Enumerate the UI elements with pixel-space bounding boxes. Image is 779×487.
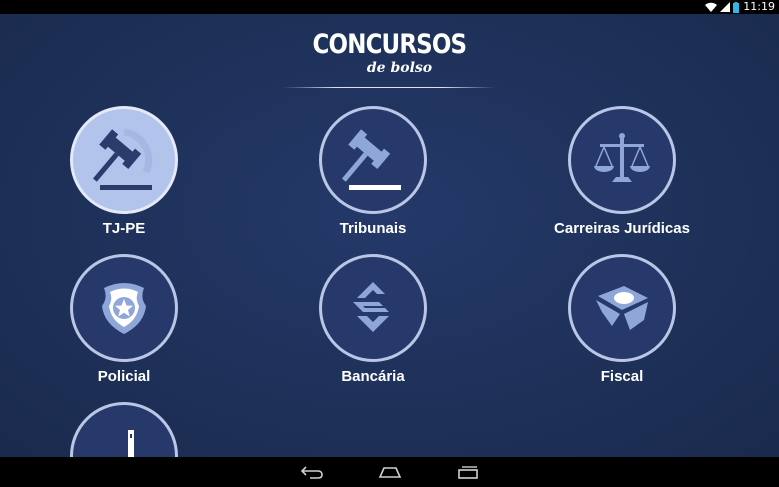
category-circle <box>568 254 676 362</box>
category-label: Tribunais <box>339 220 407 237</box>
category-circle <box>70 254 178 362</box>
gavel-icon <box>341 129 401 190</box>
back-icon <box>300 466 323 479</box>
main-screen: CONCURSOS de bolso TJ-PE Tribunais Carre… <box>0 14 779 457</box>
category-label: Carreiras Jurídicas <box>554 220 690 237</box>
category-circle <box>568 106 676 214</box>
navigation-bar <box>0 457 779 487</box>
category-label: Policial <box>97 368 151 385</box>
home-icon <box>378 467 402 478</box>
category-circle <box>319 254 427 362</box>
category-bancaria[interactable]: Bancária <box>273 254 473 386</box>
category-partial[interactable] <box>24 402 224 457</box>
category-tj-pe[interactable]: TJ-PE <box>24 106 224 238</box>
clock: 11:19 <box>743 0 775 13</box>
bank-logo-icon <box>353 282 389 332</box>
app-title: CONCURSOS <box>312 29 467 60</box>
category-label: Fiscal <box>600 368 644 385</box>
wifi-icon <box>705 2 717 12</box>
category-circle <box>70 106 178 214</box>
recent-apps-icon <box>458 466 478 479</box>
category-policial[interactable]: Policial <box>24 254 224 386</box>
scales-icon <box>594 133 650 182</box>
recent-apps-button[interactable] <box>453 463 483 481</box>
back-button[interactable] <box>297 463 327 481</box>
category-tribunais[interactable]: Tribunais <box>273 106 473 238</box>
status-bar: 11:19 <box>0 0 779 14</box>
category-label: Bancária <box>341 368 405 385</box>
tax-agency-icon <box>596 286 648 330</box>
category-circle <box>319 106 427 214</box>
category-carreiras-juridicas[interactable]: Carreiras Jurídicas <box>522 106 722 238</box>
status-icons <box>705 1 739 13</box>
document-icon <box>128 430 134 457</box>
police-badge-icon <box>102 283 146 334</box>
battery-icon <box>733 1 739 13</box>
signal-icon <box>720 2 730 12</box>
gavel-icon <box>92 128 153 190</box>
category-label: TJ-PE <box>102 220 146 237</box>
category-circle <box>70 402 178 457</box>
category-fiscal[interactable]: Fiscal <box>522 254 722 386</box>
app-subtitle: de bolso <box>366 60 433 76</box>
app-logo: CONCURSOS de bolso <box>0 29 779 76</box>
logo-divider <box>283 87 495 88</box>
home-button[interactable] <box>375 463 405 481</box>
